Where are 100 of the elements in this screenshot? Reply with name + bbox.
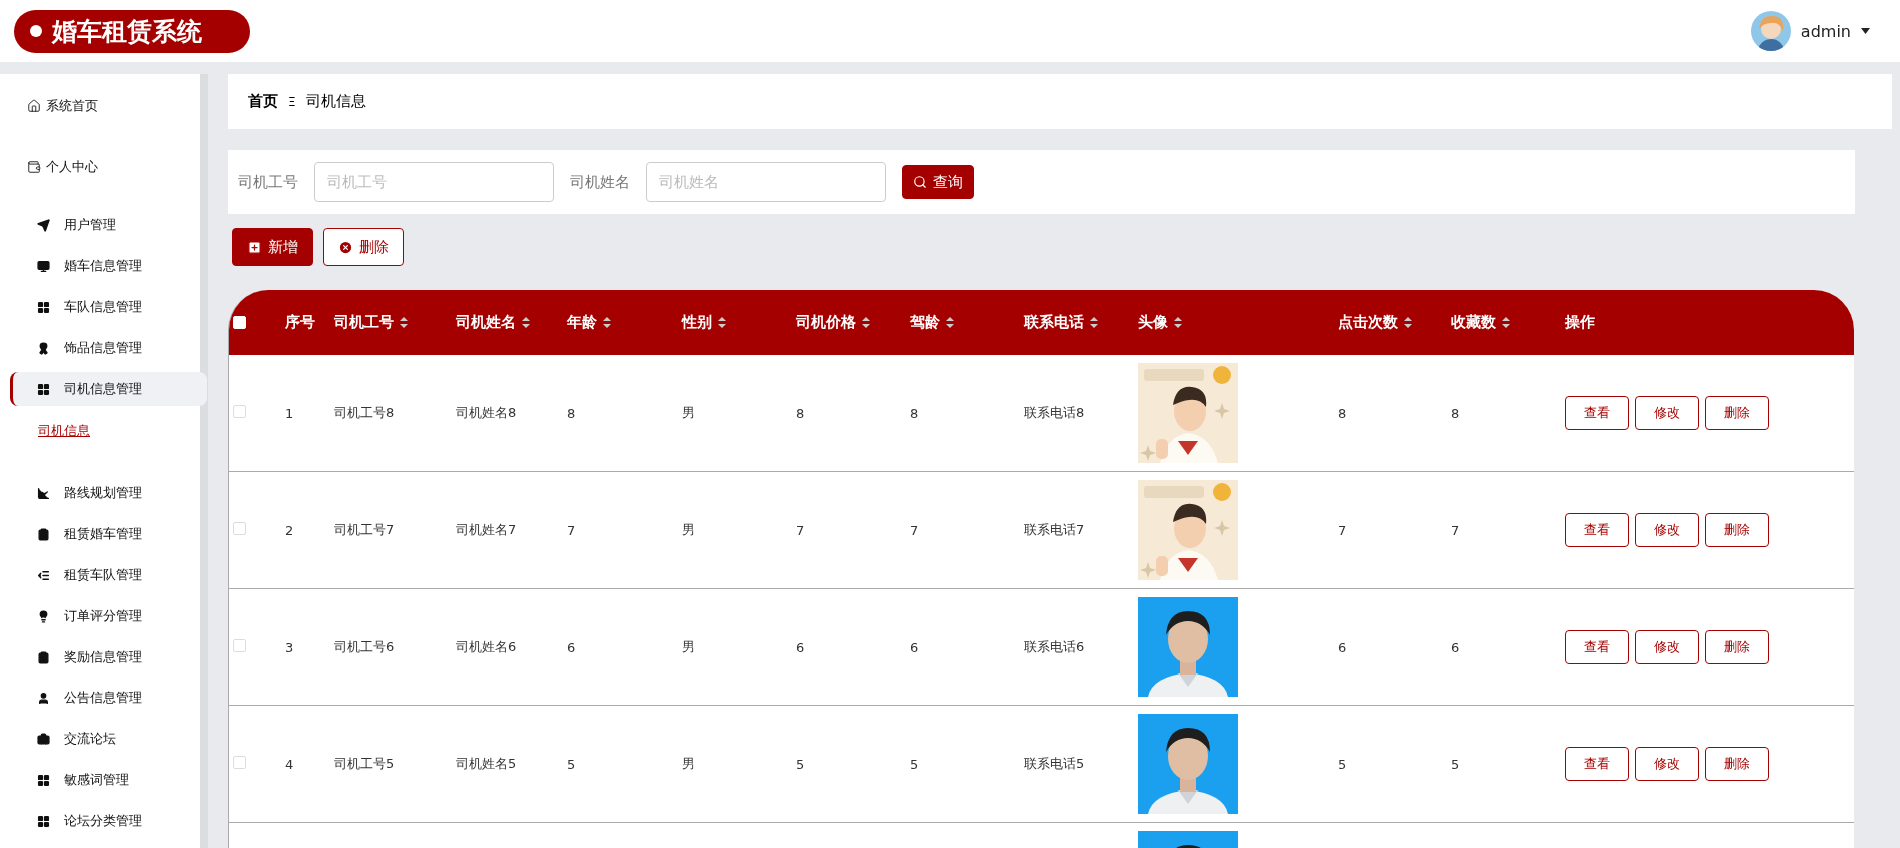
sidebar-item[interactable]: 租赁婚车管理 [10, 517, 207, 551]
row-action-button[interactable]: 查看 [1565, 513, 1629, 547]
row-action-button[interactable]: 修改 [1635, 513, 1699, 547]
table-cell: 6 [910, 639, 919, 655]
column-header[interactable]: 性别 [676, 313, 790, 332]
sidebar-item[interactable]: 路线规划管理 [10, 476, 207, 510]
sort-icon[interactable] [603, 317, 611, 328]
wallet-icon [27, 160, 41, 174]
row-action-button[interactable]: 删除 [1705, 396, 1769, 430]
table-cell: 8 [567, 405, 576, 421]
row-action-button[interactable]: 修改 [1635, 396, 1699, 430]
table-cell: 7 [567, 522, 576, 538]
sidebar-item[interactable]: 奖励信息管理 [10, 640, 207, 674]
table-cell: 男 [682, 639, 695, 654]
sort-icon[interactable] [522, 317, 530, 328]
caret-icon[interactable] [1861, 28, 1870, 34]
sidebar-subitem[interactable]: 司机信息 [38, 416, 200, 446]
table-cell: 7 [910, 522, 919, 538]
row-action-button[interactable]: 删除 [1705, 513, 1769, 547]
sidebar-item[interactable]: 司机信息管理 [10, 372, 207, 406]
grid-icon [37, 773, 50, 787]
column-header: 序号 [284, 313, 316, 332]
table-cell: 司机工号7 [334, 522, 395, 537]
row-action-button[interactable]: 删除 [1705, 630, 1769, 664]
table-cell: 8 [910, 405, 919, 421]
sort-icon[interactable] [400, 317, 408, 328]
home-icon [27, 99, 41, 113]
row-action-button[interactable]: 删除 [1705, 747, 1769, 781]
table-cell: 5 [567, 756, 576, 772]
sidebar-item[interactable]: 公告信息管理 [10, 681, 207, 715]
column-header[interactable]: 驾龄 [904, 313, 1018, 332]
row-checkbox[interactable] [233, 405, 246, 418]
breadcrumb-home[interactable]: 首页 [248, 92, 278, 111]
row-action-button[interactable]: 修改 [1635, 630, 1699, 664]
table-cell: 1 [285, 405, 294, 421]
sort-icon[interactable] [1502, 317, 1510, 328]
sort-icon[interactable] [862, 317, 870, 328]
sort-icon[interactable] [718, 317, 726, 328]
table-cell: 6 [567, 639, 576, 655]
select-all-checkbox[interactable] [233, 316, 246, 329]
column-header[interactable]: 头像 [1132, 313, 1332, 332]
column-header[interactable]: 年龄 [561, 313, 676, 332]
sidebar-item[interactable]: 订单评分管理 [10, 599, 207, 633]
app-logo: 婚车租赁系统 [14, 9, 250, 53]
search-field[interactable]: 司机工号 [314, 162, 554, 202]
column-header[interactable]: 收藏数 [1445, 313, 1559, 332]
table-cell: 5 [910, 756, 919, 772]
row-action-button[interactable]: 查看 [1565, 747, 1629, 781]
add-button[interactable]: 新增 [232, 228, 313, 266]
table-cell: 联系电话8 [1024, 405, 1085, 420]
row-action-button[interactable]: 查看 [1565, 396, 1629, 430]
breadcrumb-separator: Ξ [288, 94, 296, 109]
sidebar-item[interactable]: 系统首页 [24, 86, 200, 126]
search-field[interactable]: 司机姓名 [646, 162, 886, 202]
sidebar-item[interactable]: 用户管理 [10, 208, 207, 242]
sidebar-item[interactable]: 租赁车队管理 [10, 558, 207, 592]
table-cell: 联系电话6 [1024, 639, 1085, 654]
sidebar-item[interactable]: 交流论坛 [10, 722, 207, 756]
monitor-icon [37, 259, 50, 273]
table-cell: 男 [682, 756, 695, 771]
sidebar-item[interactable]: 敏感词管理 [10, 763, 207, 797]
column-header[interactable]: 点击次数 [1332, 313, 1445, 332]
table-cell: 8 [796, 405, 805, 421]
sidebar-item[interactable]: 婚车信息管理 [10, 249, 207, 283]
table-cell: 司机工号6 [334, 639, 395, 654]
row-checkbox[interactable] [233, 522, 246, 535]
sidebar-item[interactable]: 个人中心 [24, 147, 200, 187]
row-checkbox[interactable] [233, 756, 246, 769]
sort-icon[interactable] [946, 317, 954, 328]
table-cell: 6 [796, 639, 805, 655]
table-cell: 6 [1451, 639, 1460, 655]
delete-button[interactable]: 删除 [323, 228, 404, 266]
user-name[interactable]: admin [1800, 21, 1851, 41]
plus-icon [247, 239, 262, 255]
table-cell: 3 [285, 639, 294, 655]
table-cell: 男 [682, 405, 695, 420]
user-icon [37, 691, 50, 705]
column-header[interactable]: 司机工号 [326, 313, 448, 332]
sidebar-item[interactable]: 车队信息管理 [10, 290, 207, 324]
sidebar-item[interactable]: 论坛分类管理 [10, 804, 207, 838]
briefcase-icon [37, 732, 50, 746]
table-cell: 司机姓名6 [456, 639, 517, 654]
sidebar-item[interactable]: 饰品信息管理 [10, 331, 207, 365]
column-header[interactable]: 联系电话 [1018, 313, 1132, 332]
table-cell: 4 [285, 756, 294, 772]
send-icon [37, 218, 50, 232]
table-cell: 7 [1451, 522, 1460, 538]
table-cell: 2 [285, 522, 294, 538]
row-action-button[interactable]: 查看 [1565, 630, 1629, 664]
column-header[interactable]: 司机价格 [790, 313, 904, 332]
search-button[interactable]: 查询 [902, 165, 974, 199]
row-action-button[interactable]: 修改 [1635, 747, 1699, 781]
row-checkbox[interactable] [233, 639, 246, 652]
sort-icon[interactable] [1174, 317, 1182, 328]
table-cell: 5 [796, 756, 805, 772]
sort-icon[interactable] [1404, 317, 1412, 328]
sort-icon[interactable] [1090, 317, 1098, 328]
avatar-icon[interactable] [1750, 11, 1791, 51]
column-header[interactable]: 司机姓名 [448, 313, 561, 332]
table-cell: 联系电话5 [1024, 756, 1085, 771]
